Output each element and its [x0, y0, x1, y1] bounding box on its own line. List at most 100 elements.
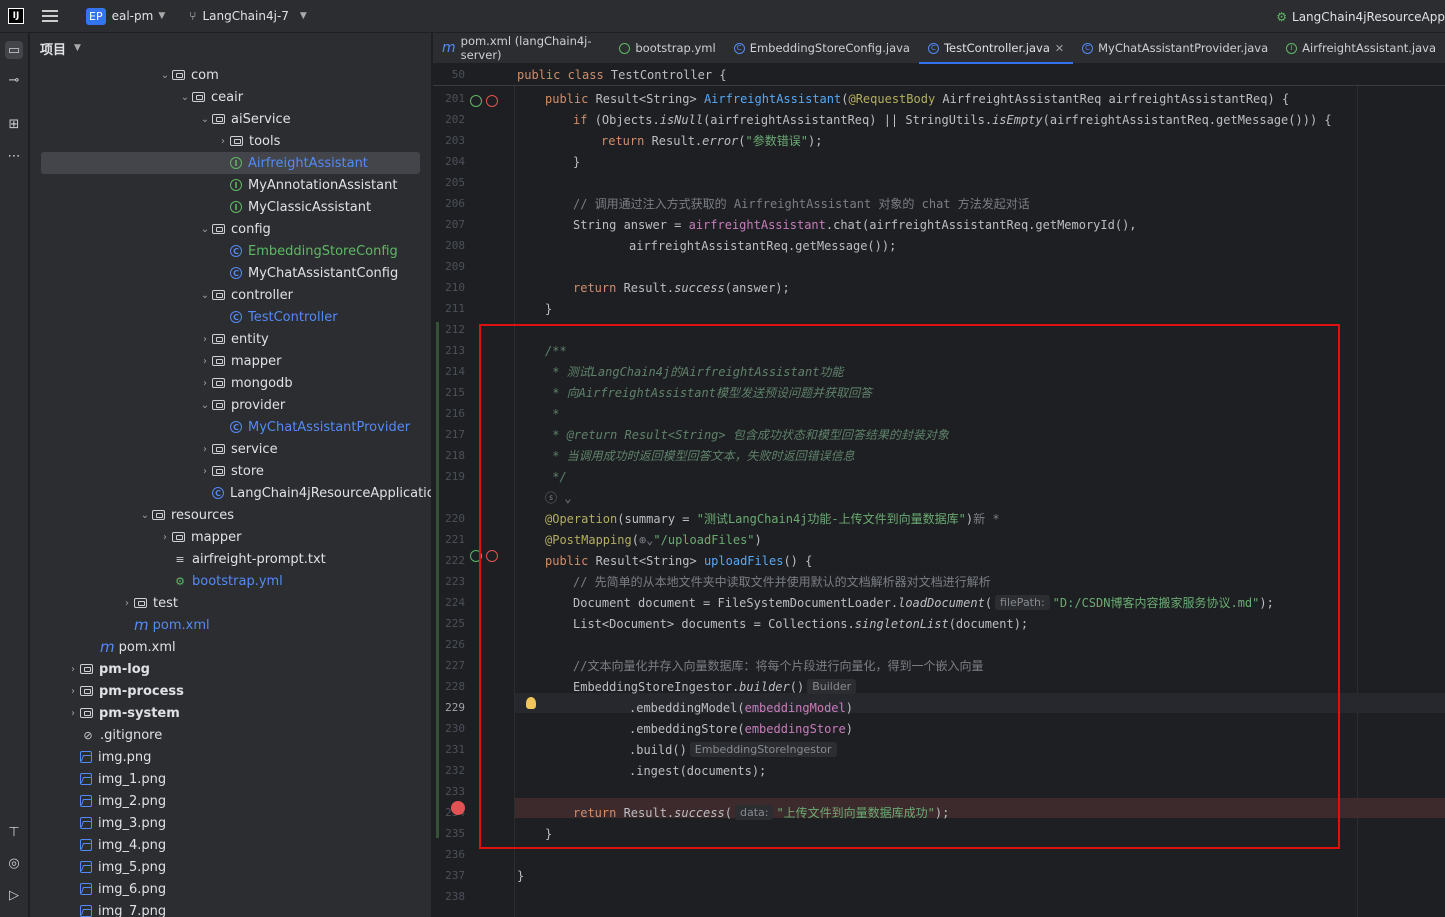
editor-tab[interactable]: I AirfreightAssistant.java [1277, 33, 1445, 64]
tree-row[interactable]: › store [198, 460, 264, 482]
branch-selector[interactable]: ⑂ LangChain4j-7 ▼ [189, 9, 307, 23]
editor-tab[interactable]: C EmbeddingStoreConfig.java [725, 33, 919, 64]
tree-row[interactable]: › pm-log [66, 658, 150, 680]
tree-row[interactable]: C EmbeddingStoreConfig [216, 240, 398, 262]
chevron-down-icon[interactable]: ⌄ [198, 400, 212, 411]
code-line[interactable]: // 调用通过注入方式获取的 AirfreightAssistant 对象的 c… [573, 193, 1030, 214]
code-line[interactable]: return Result. success (answer); [573, 277, 790, 298]
code-line[interactable]: airfreightAssistantReq.getMessage()); [629, 235, 896, 256]
class-icon: C [230, 421, 242, 433]
tree-row[interactable]: img.png [66, 746, 151, 768]
close-tab-icon[interactable]: ✕ [1055, 42, 1064, 55]
structure-icon[interactable]: ⊞ [5, 115, 23, 133]
run-icon[interactable]: ▷ [5, 886, 23, 904]
chevron-down-icon[interactable]: ▼ [74, 43, 81, 53]
project-folder-icon[interactable]: ▭ [5, 41, 23, 59]
tree-row[interactable]: img_2.png [66, 790, 166, 812]
tree-row[interactable]: I MyAnnotationAssistant [216, 174, 397, 196]
more-tools-icon[interactable]: ⋯ [5, 147, 23, 165]
tree-row[interactable]: C LangChain4jResourceApplication [198, 482, 431, 504]
tree-row-label: test [153, 595, 178, 611]
chevron-right-icon[interactable]: › [198, 378, 212, 389]
breakpoint-icon[interactable] [451, 801, 465, 815]
tree-row-label: pm-log [99, 661, 150, 677]
chevron-right-icon[interactable]: › [198, 444, 212, 455]
chevron-down-icon[interactable]: ▼ [158, 11, 165, 21]
chevron-right-icon[interactable]: › [66, 708, 80, 719]
tree-row[interactable]: › mongodb [198, 372, 293, 394]
chevron-right-icon[interactable]: › [198, 334, 212, 345]
tree-row[interactable]: ≡ airfreight-prompt.txt [158, 548, 325, 570]
main-menu-icon[interactable] [42, 10, 58, 22]
tree-row[interactable]: I AirfreightAssistant [41, 152, 420, 174]
project-name[interactable]: eal-pm [112, 9, 154, 23]
code-editor[interactable]: 50 public class TestController { 201 202 2… [433, 64, 1445, 917]
commit-icon[interactable]: ⊸ [5, 71, 23, 89]
chevron-right-icon[interactable]: › [158, 532, 172, 543]
tree-row[interactable]: › tools [216, 130, 280, 152]
code-line[interactable]: public Result<String> AirfreightAssistan… [545, 88, 1289, 109]
code-line[interactable]: return Result. error("参数错误"); [601, 130, 822, 151]
tree-row[interactable]: ⊘ .gitignore [66, 724, 162, 746]
chevron-right-icon[interactable]: › [66, 664, 80, 675]
code-token: .chat(airfreightAssistantReq.getMemoryId… [825, 217, 1137, 232]
services-icon[interactable]: ◎ [5, 854, 23, 872]
tree-row[interactable]: img_3.png [66, 812, 166, 834]
tree-row[interactable]: › service [198, 438, 278, 460]
chevron-down-icon[interactable]: ⌄ [138, 510, 152, 521]
endpoint-gutter-icon[interactable] [486, 95, 498, 107]
tree-row[interactable]: C MyChatAssistantProvider [216, 416, 410, 438]
tree-row[interactable]: › test [120, 592, 178, 614]
editor-tab[interactable]: C MyChatAssistantProvider.java [1073, 33, 1277, 64]
tree-row[interactable]: C MyChatAssistantConfig [216, 262, 398, 284]
code-token: AirfreightAssistant [703, 91, 842, 106]
tree-row[interactable]: › mapper [158, 526, 241, 548]
code-line[interactable]: if (Objects. isNull (airfreightAssistantRe… [573, 109, 1332, 130]
tree-row[interactable]: C TestController [216, 306, 338, 328]
tree-row[interactable]: img_4.png [66, 834, 166, 856]
tree-row[interactable]: ⌄ controller [198, 284, 293, 306]
run-configuration-selector[interactable]: ⚙ LangChain4jResourceApp [1276, 0, 1445, 33]
tree-row[interactable]: ⌄ aiService [198, 108, 291, 130]
tree-row-label: img_5.png [98, 859, 167, 875]
code-line[interactable]: } [573, 151, 580, 172]
code-line[interactable]: String answer = airfreightAssistant .chat… [573, 214, 1137, 235]
editor-tab[interactable]: C TestController.java ✕ [918, 33, 1074, 64]
tree-row[interactable]: › entity [198, 328, 269, 350]
tree-row[interactable]: img_7.png [66, 900, 166, 917]
code-line[interactable]: } [517, 865, 524, 886]
chevron-right-icon[interactable]: › [120, 598, 134, 609]
tree-row[interactable]: ⌄ config [198, 218, 271, 240]
tree-row[interactable]: m pom.xml [86, 636, 176, 658]
chevron-down-icon[interactable]: ⌄ [198, 224, 212, 235]
tree-row[interactable]: img_5.png [66, 856, 166, 878]
tree-row[interactable]: img_1.png [66, 768, 166, 790]
chevron-down-icon[interactable]: ⌄ [198, 114, 212, 125]
project-badge[interactable]: EP [86, 7, 106, 25]
tree-row[interactable]: I MyClassicAssistant [216, 196, 371, 218]
chevron-down-icon[interactable]: ⌄ [198, 290, 212, 301]
code-line[interactable]: } [545, 298, 552, 319]
tree-row[interactable]: ⌄ resources [138, 504, 234, 526]
tree-row[interactable]: ⌄ ceair [178, 86, 243, 108]
editor-tab[interactable]: bootstrap.yml [610, 33, 724, 64]
tree-row[interactable]: m pom.xml [120, 614, 210, 636]
chevron-down-icon[interactable]: ⌄ [158, 70, 172, 81]
tree-row[interactable]: › pm-process [66, 680, 184, 702]
spring-mapping-gutter-icon[interactable] [470, 95, 482, 107]
chevron-right-icon[interactable]: › [66, 686, 80, 697]
editor-tab[interactable]: m pom.xml (langChain4j-server) [433, 33, 610, 64]
project-panel-header[interactable]: 项目 ▼ [30, 33, 431, 63]
build-hammer-icon[interactable]: ⊤ [5, 823, 23, 841]
chevron-right-icon[interactable]: › [198, 356, 212, 367]
tree-row[interactable]: img_6.png [66, 878, 166, 900]
chevron-down-icon[interactable]: ⌄ [178, 92, 192, 103]
sticky-header[interactable]: 50 public class TestController { [433, 64, 1445, 86]
tree-row[interactable]: › pm-system [66, 702, 180, 724]
tree-row[interactable]: ⚙ bootstrap.yml [158, 570, 283, 592]
tree-row[interactable]: ⌄ provider [198, 394, 285, 416]
chevron-right-icon[interactable]: › [216, 136, 230, 147]
tree-row[interactable]: ⌄ com [158, 64, 219, 86]
chevron-right-icon[interactable]: › [198, 466, 212, 477]
tree-row[interactable]: › mapper [198, 350, 281, 372]
